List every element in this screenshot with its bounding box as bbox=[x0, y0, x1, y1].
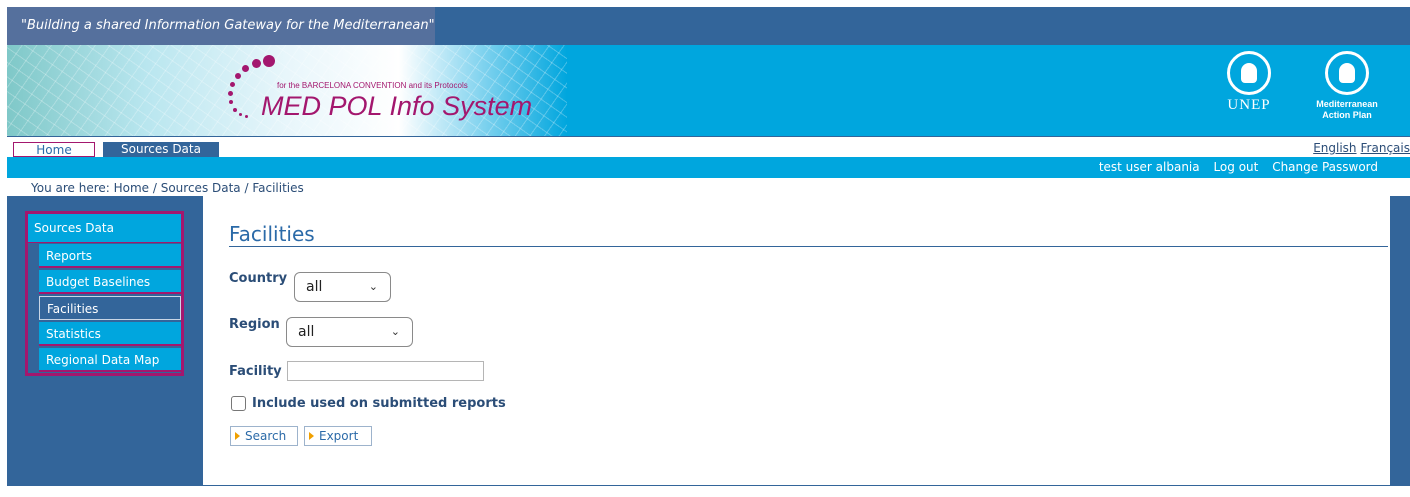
sidebar-heading[interactable]: Sources Data bbox=[28, 214, 181, 243]
chevron-down-icon: ⌄ bbox=[368, 280, 378, 293]
include-submitted-checkbox[interactable] bbox=[231, 396, 246, 411]
top-bar: "Building a shared Information Gateway f… bbox=[7, 7, 1410, 45]
unep-label: UNEP bbox=[1227, 97, 1271, 113]
map-label-line1: Mediterranean bbox=[1316, 99, 1378, 109]
header-banner: for the BARCELONA CONVENTION and its Pro… bbox=[7, 45, 1410, 136]
lang-english-link[interactable]: English bbox=[1313, 141, 1356, 155]
search-button[interactable]: Search bbox=[230, 426, 298, 446]
medpol-logo[interactable]: for the BARCELONA CONVENTION and its Pro… bbox=[225, 55, 532, 125]
sidebar-item-facilities[interactable]: Facilities bbox=[39, 296, 181, 320]
sidebar-menu: Sources Data Reports Budget Baselines Fa… bbox=[25, 211, 184, 376]
country-select-value: all bbox=[306, 279, 323, 295]
map-label-line2: Action Plan bbox=[1322, 110, 1372, 120]
include-submitted-label: Include used on submitted reports bbox=[252, 396, 506, 411]
logout-link[interactable]: Log out bbox=[1213, 160, 1258, 174]
region-select[interactable]: all ⌄ bbox=[286, 317, 413, 347]
country-label: Country bbox=[229, 271, 288, 286]
lang-francais-link[interactable]: Français bbox=[1361, 141, 1410, 155]
chevron-down-icon: ⌄ bbox=[390, 325, 400, 338]
title-divider bbox=[229, 246, 1388, 247]
export-button[interactable]: Export bbox=[304, 426, 372, 446]
arrow-right-icon bbox=[235, 432, 240, 440]
export-button-label: Export bbox=[319, 429, 359, 443]
tab-home[interactable]: Home bbox=[13, 142, 95, 157]
user-name-link[interactable]: test user albania bbox=[1099, 160, 1200, 174]
nav-tabs: Home Sources Data English Français bbox=[7, 136, 1410, 157]
sidebar-item-regional-data-map[interactable]: Regional Data Map bbox=[39, 348, 181, 372]
region-label: Region bbox=[229, 317, 280, 332]
change-password-link[interactable]: Change Password bbox=[1272, 160, 1378, 174]
region-select-value: all bbox=[298, 324, 315, 340]
tab-sources-data[interactable]: Sources Data bbox=[103, 142, 219, 157]
map-emblem-icon bbox=[1325, 51, 1369, 95]
logo-subtitle: for the BARCELONA CONVENTION and its Pro… bbox=[277, 81, 468, 90]
map-logo[interactable]: Mediterranean Action Plan bbox=[1305, 51, 1389, 121]
sidebar-item-statistics[interactable]: Statistics bbox=[39, 322, 181, 346]
facility-label: Facility bbox=[229, 364, 282, 379]
unep-logo[interactable]: UNEP bbox=[1219, 51, 1279, 114]
tagline: "Building a shared Information Gateway f… bbox=[7, 7, 435, 45]
un-emblem-icon bbox=[1227, 51, 1271, 95]
sidebar-item-budget-baselines[interactable]: Budget Baselines bbox=[39, 270, 181, 294]
arrow-right-icon bbox=[309, 432, 314, 440]
breadcrumb: You are here: Home / Sources Data / Faci… bbox=[31, 181, 304, 195]
country-select[interactable]: all ⌄ bbox=[294, 272, 391, 302]
language-switcher: English Français bbox=[1309, 141, 1410, 155]
sidebar-item-reports[interactable]: Reports bbox=[39, 244, 181, 268]
search-button-label: Search bbox=[245, 429, 287, 443]
page-title: Facilities bbox=[229, 222, 315, 246]
logo-title: MED POL Info System bbox=[261, 91, 533, 121]
facility-input[interactable] bbox=[287, 361, 484, 381]
user-bar: test user albania Log out Change Passwor… bbox=[7, 157, 1410, 178]
